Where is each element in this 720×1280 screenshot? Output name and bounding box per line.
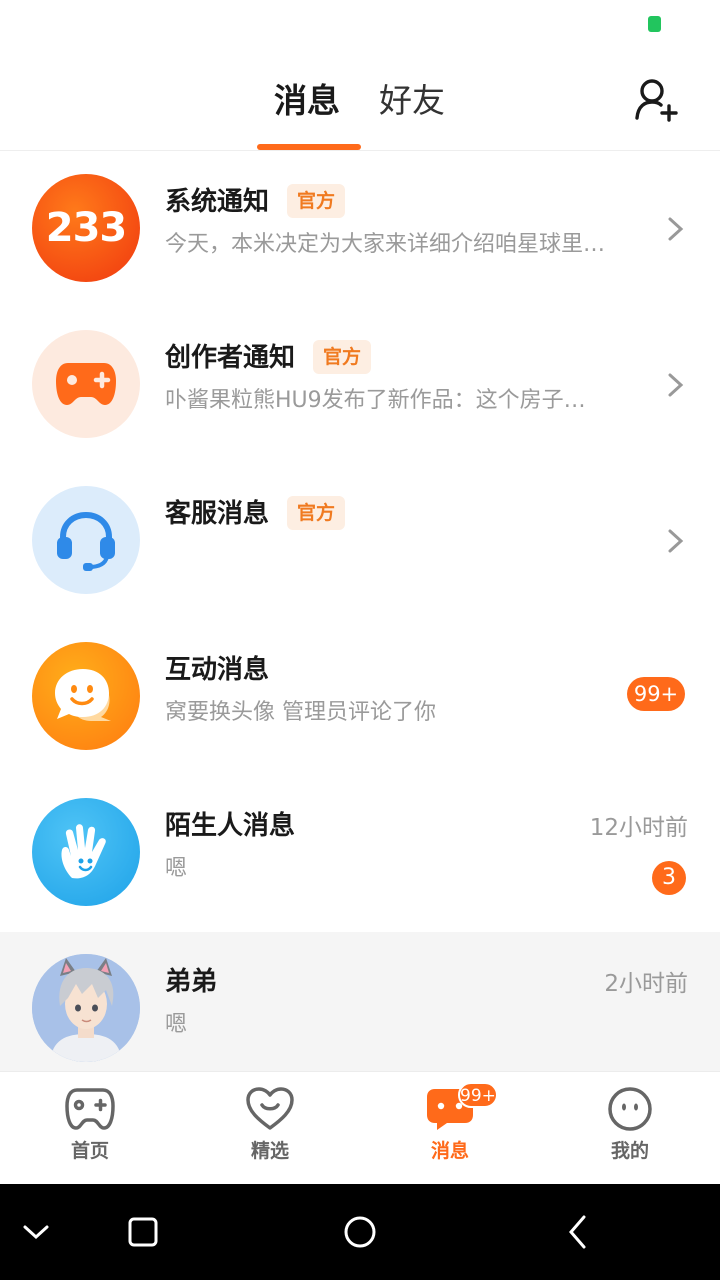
nav-label: 精选 — [250, 1140, 289, 1162]
header: 消息 好友 — [0, 48, 720, 151]
list-item-creator-notice[interactable]: 创作者通知 官方 卟酱果粒熊HU9发布了新作品：这个房子… — [0, 308, 720, 464]
status-bar — [0, 0, 720, 48]
chevron-right-icon — [668, 373, 684, 397]
item-title: 陌生人消息 — [165, 811, 296, 841]
item-title: 客服消息 官方 — [165, 494, 346, 534]
official-badge: 官方 — [287, 496, 346, 530]
headset-icon — [32, 486, 140, 594]
item-title: 创作者通知 官方 — [165, 338, 372, 378]
item-title: 弟弟 — [165, 967, 218, 997]
gamepad-icon — [65, 1088, 115, 1130]
item-title: 互动消息 — [165, 655, 270, 685]
item-preview: 嗯 — [165, 856, 188, 881]
nav-home[interactable]: 首页 — [0, 1072, 180, 1185]
waving-hand-icon — [32, 798, 140, 906]
list-item-strangers[interactable]: 陌生人消息 嗯 12小时前 3 — [0, 776, 720, 932]
recent-apps-icon[interactable] — [123, 1212, 163, 1252]
home-icon[interactable] — [340, 1212, 380, 1252]
heart-icon — [246, 1087, 294, 1130]
nav-messages[interactable]: 消息 99+ — [360, 1072, 540, 1185]
system-nav-bar — [0, 1184, 720, 1280]
svg-text:233: 233 — [46, 205, 127, 251]
nav-profile[interactable]: 我的 — [540, 1072, 720, 1185]
nav-featured[interactable]: 精选 — [180, 1072, 360, 1185]
list-item-system-notice[interactable]: 233 系统通知 官方 今天，本米决定为大家来详细介绍咱星球里… — [0, 152, 720, 308]
item-title: 系统通知 官方 — [165, 182, 346, 222]
tab-messages[interactable]: 消息 — [274, 78, 340, 124]
item-preview: 今天，本米决定为大家来详细介绍咱星球里… — [165, 232, 606, 257]
bottom-nav: 首页 精选 消息 99+ 我的 — [0, 1071, 720, 1184]
chat-bubble-icon — [32, 642, 140, 750]
nav-label: 首页 — [70, 1140, 109, 1162]
back-icon[interactable] — [558, 1212, 598, 1252]
official-badge: 官方 — [287, 184, 346, 218]
unread-count-badge: 3 — [652, 861, 686, 895]
item-preview: 嗯 — [165, 1012, 188, 1037]
tab-active-indicator — [257, 144, 361, 150]
unread-count-badge: 99+ — [627, 677, 685, 711]
status-indicator-icon — [648, 16, 661, 32]
item-preview: 窝要换头像 管理员评论了你 — [165, 700, 436, 725]
messages-screen: 消息 好友 233 系统通知 官方 今天，本米决定为大家来详细介绍咱星球里… 创… — [0, 0, 720, 1280]
item-time: 2小时前 — [604, 971, 688, 997]
list-item-customer-service[interactable]: 客服消息 官方 — [0, 464, 720, 620]
gamepad-icon — [32, 330, 140, 438]
nav-label: 我的 — [610, 1140, 649, 1162]
official-badge: 官方 — [313, 340, 372, 374]
list-item-conversation[interactable]: 弟弟 嗯 2小时前 — [0, 932, 720, 1088]
item-preview: 卟酱果粒熊HU9发布了新作品：这个房子… — [165, 388, 586, 413]
nav-unread-badge: 99+ — [458, 1082, 498, 1108]
list-item-interactions[interactable]: 互动消息 窝要换头像 管理员评论了你 99+ — [0, 620, 720, 776]
chevron-right-icon — [668, 529, 684, 553]
user-avatar — [32, 954, 140, 1062]
item-time: 12小时前 — [589, 815, 688, 841]
chevron-down-icon[interactable] — [16, 1212, 56, 1252]
nav-label: 消息 — [430, 1140, 469, 1162]
233-logo-icon: 233 — [32, 174, 140, 282]
tab-friends[interactable]: 好友 — [379, 78, 445, 124]
face-icon — [608, 1087, 652, 1131]
add-friend-icon[interactable] — [632, 76, 680, 124]
message-list: 233 系统通知 官方 今天，本米决定为大家来详细介绍咱星球里… 创作者通知 官方 — [0, 152, 720, 1088]
chevron-right-icon — [668, 217, 684, 241]
